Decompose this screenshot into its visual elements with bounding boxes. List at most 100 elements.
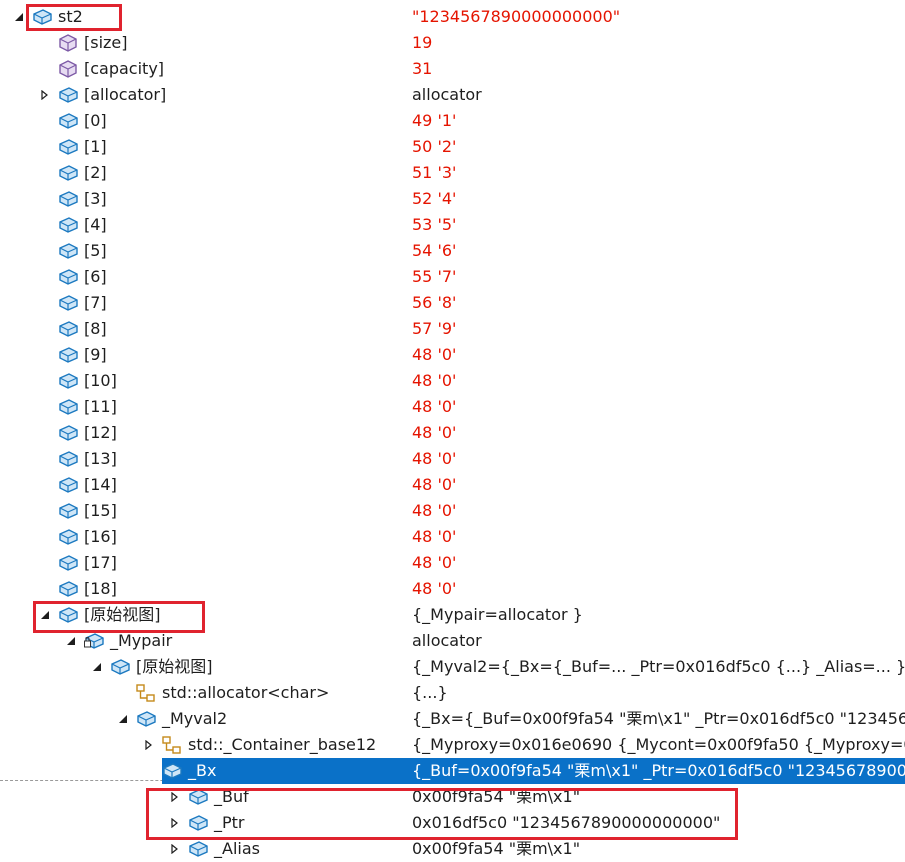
row-name: [10] <box>84 371 117 390</box>
field-icon <box>58 372 78 390</box>
row-value: {_Bx={_Buf=0x00f9fa54 "栗m\x1" _Ptr=0x016… <box>412 709 905 728</box>
tree-row[interactable]: [11] 48 '0' <box>0 394 905 420</box>
tree-row[interactable]: st2 "1234567890000000000" <box>0 4 905 30</box>
tree-row[interactable]: [7] 56 '8' <box>0 290 905 316</box>
field-icon <box>58 86 78 104</box>
tree-row[interactable]: _Bx {_Buf=0x00f9fa54 "栗m\x1" _Ptr=0x016df… <box>145 758 905 784</box>
row-value: allocator <box>412 631 482 650</box>
row-value: 0x00f9fa54 "栗m\x1" <box>412 787 581 806</box>
expand-arrow-icon[interactable] <box>168 810 182 836</box>
tree-row[interactable]: [2] 51 '3' <box>0 160 905 186</box>
field-icon <box>58 320 78 338</box>
field-icon <box>58 502 78 520</box>
tree-row[interactable]: [15] 48 '0' <box>0 498 905 524</box>
tree-row[interactable]: _Ptr 0x016df5c0 "1234567890000000000" <box>0 810 905 836</box>
tree-row[interactable]: _Myval2 {_Bx={_Buf=0x00f9fa54 "栗m\x1" _Pt… <box>0 706 905 732</box>
field-icon <box>58 138 78 156</box>
field-icon <box>58 216 78 234</box>
field-icon <box>32 8 52 26</box>
field-icon <box>58 346 78 364</box>
row-name: _Bx <box>188 761 217 780</box>
expand-arrow-icon[interactable] <box>168 784 182 810</box>
tree-row[interactable]: _Alias 0x00f9fa54 "栗m\x1" <box>0 836 905 862</box>
field-icon <box>58 398 78 416</box>
tree-row[interactable]: [17] 48 '0' <box>0 550 905 576</box>
row-value: 48 '0' <box>412 527 457 546</box>
tree-row[interactable]: [0] 49 '1' <box>0 108 905 134</box>
row-value: 48 '0' <box>412 423 457 442</box>
row-value: 48 '0' <box>412 371 457 390</box>
tree-row[interactable]: [8] 57 '9' <box>0 316 905 342</box>
tree-row[interactable]: [10] 48 '0' <box>0 368 905 394</box>
tree-row[interactable]: [13] 48 '0' <box>0 446 905 472</box>
collapse-arrow-icon[interactable] <box>38 602 52 628</box>
tree-row[interactable]: [12] 48 '0' <box>0 420 905 446</box>
field-icon <box>58 112 78 130</box>
field-icon <box>110 658 130 676</box>
field-icon <box>58 476 78 494</box>
row-name: [5] <box>84 241 107 260</box>
tree-row[interactable]: [9] 48 '0' <box>0 342 905 368</box>
expand-arrow-icon[interactable] <box>142 732 156 758</box>
row-name: [13] <box>84 449 117 468</box>
row-name: _Ptr <box>214 813 245 832</box>
row-name: [7] <box>84 293 107 312</box>
row-value: 54 '6' <box>412 241 457 260</box>
expand-arrow-icon[interactable] <box>38 82 52 108</box>
row-name: [size] <box>84 33 128 52</box>
tree-row[interactable]: [size] 19 <box>0 30 905 56</box>
base-class-icon <box>162 736 182 754</box>
tree-row[interactable]: [1] 50 '2' <box>0 134 905 160</box>
field-icon <box>188 814 208 832</box>
row-value: {_Buf=0x00f9fa54 "栗m\x1" _Ptr=0x016df5c0… <box>412 761 905 780</box>
property-icon <box>58 34 78 52</box>
row-name: [15] <box>84 501 117 520</box>
row-name: [8] <box>84 319 107 338</box>
tree-row[interactable]: [allocator] allocator <box>0 82 905 108</box>
row-value: 51 '3' <box>412 163 457 182</box>
tree-row[interactable]: [16] 48 '0' <box>0 524 905 550</box>
tree-row[interactable]: _Mypair allocator <box>0 628 905 654</box>
tree-row[interactable]: [原始视图] {_Myval2={_Bx={_Buf=... _Ptr=0x016… <box>0 654 905 680</box>
tree-row[interactable]: [3] 52 '4' <box>0 186 905 212</box>
row-name: std::_Container_base12 <box>188 735 377 754</box>
collapse-arrow-icon[interactable] <box>116 706 130 732</box>
row-value: 48 '0' <box>412 475 457 494</box>
field-icon <box>58 424 78 442</box>
tree-row[interactable]: std::_Container_base12 {_Myproxy=0x016e06… <box>0 732 905 758</box>
row-name: [17] <box>84 553 117 572</box>
expand-arrow-icon[interactable] <box>168 836 182 862</box>
row-name: st2 <box>58 7 83 26</box>
field-icon <box>136 710 156 728</box>
tree-row[interactable]: [14] 48 '0' <box>0 472 905 498</box>
tree-row[interactable]: [原始视图] {_Mypair=allocator } <box>0 602 905 628</box>
row-value: 49 '1' <box>412 111 457 130</box>
tree-row[interactable]: [5] 54 '6' <box>0 238 905 264</box>
collapse-arrow-icon[interactable] <box>142 758 156 784</box>
collapse-arrow-icon[interactable] <box>90 654 104 680</box>
row-value: {_Myval2={_Bx={_Buf=... _Ptr=0x016df5c0 … <box>412 657 905 676</box>
row-value: "1234567890000000000" <box>412 7 621 26</box>
row-name: [0] <box>84 111 107 130</box>
row-name: [3] <box>84 189 107 208</box>
collapse-arrow-icon[interactable] <box>12 4 26 30</box>
row-value: allocator <box>412 85 482 104</box>
row-name: [11] <box>84 397 117 416</box>
collapse-arrow-icon[interactable] <box>64 628 78 654</box>
tree-row[interactable]: _Buf 0x00f9fa54 "栗m\x1" <box>0 784 905 810</box>
row-name: [14] <box>84 475 117 494</box>
tree-row[interactable]: std::allocator<char> {...} <box>0 680 905 706</box>
row-value: 31 <box>412 59 433 78</box>
property-icon <box>58 60 78 78</box>
row-name: [18] <box>84 579 117 598</box>
row-value: 53 '5' <box>412 215 457 234</box>
field-icon <box>58 554 78 572</box>
row-name: _Buf <box>214 787 249 806</box>
tree-row[interactable]: [4] 53 '5' <box>0 212 905 238</box>
tree-row[interactable]: [6] 55 '7' <box>0 264 905 290</box>
row-name: [9] <box>84 345 107 364</box>
row-name: _Myval2 <box>162 709 228 728</box>
tree-row[interactable]: [capacity] 31 <box>0 56 905 82</box>
tree-row[interactable]: [18] 48 '0' <box>0 576 905 602</box>
row-value: 52 '4' <box>412 189 457 208</box>
